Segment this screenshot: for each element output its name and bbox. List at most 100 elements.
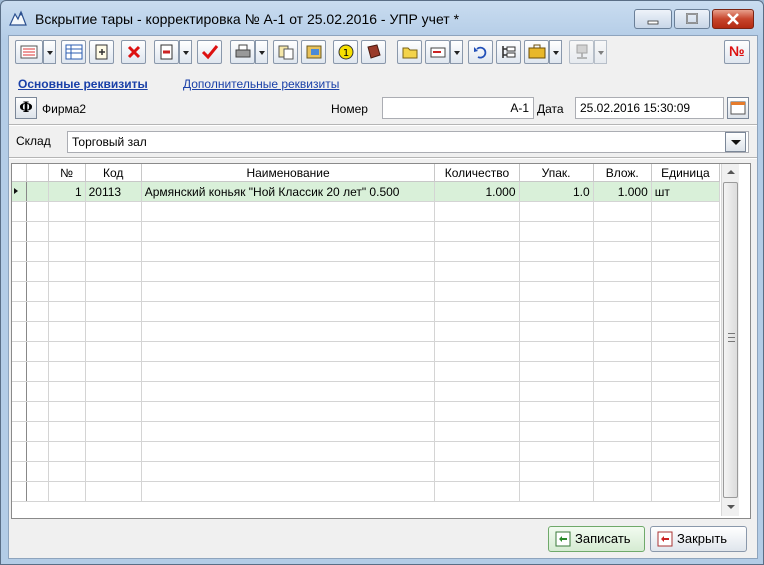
table-cell[interactable] <box>651 201 721 222</box>
row-indicator[interactable] <box>12 461 27 482</box>
table-cell[interactable] <box>48 441 86 462</box>
number-field[interactable]: А-1 <box>382 97 534 119</box>
table-cell[interactable] <box>519 241 594 262</box>
table-row[interactable] <box>12 321 721 342</box>
table-cell[interactable] <box>141 201 436 222</box>
copy-button[interactable] <box>89 40 114 64</box>
scroll-up-icon[interactable] <box>722 164 739 181</box>
close-button[interactable]: Закрыть <box>650 526 747 552</box>
table-cell[interactable] <box>434 241 520 262</box>
table-cell[interactable] <box>593 361 652 382</box>
column-header[interactable]: Наименование <box>141 164 436 182</box>
table-row[interactable] <box>12 301 721 322</box>
table-cell[interactable] <box>519 361 594 382</box>
table-cell[interactable] <box>141 341 436 362</box>
coin-button[interactable]: 1 <box>333 40 358 64</box>
table-cell[interactable]: 20113 <box>85 181 142 202</box>
table-cell[interactable] <box>434 261 520 282</box>
vertical-scrollbar[interactable] <box>721 164 739 516</box>
table-cell[interactable] <box>593 221 652 242</box>
table-cell[interactable] <box>651 341 721 362</box>
table-cell[interactable] <box>593 241 652 262</box>
table-cell[interactable] <box>651 381 721 402</box>
table-cell[interactable] <box>434 361 520 382</box>
list-button[interactable] <box>15 40 43 64</box>
table-cell[interactable] <box>85 401 142 422</box>
tab-main-details[interactable]: Основные реквизиты <box>18 77 148 91</box>
scroll-down-icon[interactable] <box>722 499 739 516</box>
table-cell[interactable]: Армянский коньяк "Ной Классик 20 лет" 0.… <box>141 181 436 202</box>
table-cell[interactable] <box>48 281 86 302</box>
table-row[interactable] <box>12 441 721 462</box>
table-cell[interactable] <box>85 221 142 242</box>
table-cell[interactable] <box>593 421 652 442</box>
table-cell[interactable] <box>434 281 520 302</box>
firm-select-button[interactable]: Ф <box>15 97 37 119</box>
table-cell[interactable] <box>48 321 86 342</box>
row-indicator[interactable] <box>12 401 27 422</box>
table-row[interactable] <box>12 201 721 222</box>
row-indicator[interactable] <box>12 281 27 302</box>
table-cell[interactable] <box>85 441 142 462</box>
table-row[interactable]: 1 20113 Армянский коньяк "Ной Классик 20 л… <box>12 181 721 202</box>
table-cell[interactable] <box>48 401 86 422</box>
table-cell[interactable] <box>141 481 436 502</box>
table-cell[interactable] <box>48 221 86 242</box>
table-cell[interactable] <box>48 201 86 222</box>
table-row[interactable] <box>12 421 721 442</box>
table-cell[interactable] <box>651 241 721 262</box>
table-cell[interactable] <box>141 441 436 462</box>
table-cell[interactable] <box>48 481 86 502</box>
table-cell[interactable] <box>434 221 520 242</box>
row-indicator[interactable] <box>12 341 27 362</box>
table-cell[interactable]: 1 <box>48 181 86 202</box>
number-button[interactable]: № <box>724 40 750 64</box>
book-button[interactable] <box>361 40 386 64</box>
table-cell[interactable] <box>434 421 520 442</box>
table-button[interactable] <box>61 40 86 64</box>
table-cell[interactable] <box>519 201 594 222</box>
table-cell[interactable] <box>141 221 436 242</box>
column-header[interactable]: Единица <box>651 164 721 182</box>
row-indicator[interactable] <box>12 181 27 202</box>
table-cell[interactable] <box>519 221 594 242</box>
table-cell[interactable] <box>141 421 436 442</box>
table-cell[interactable] <box>434 461 520 482</box>
table-cell[interactable] <box>519 481 594 502</box>
briefcase-button[interactable] <box>524 40 549 64</box>
table-cell[interactable] <box>85 481 142 502</box>
maximize-button[interactable] <box>674 9 710 29</box>
post-button[interactable] <box>197 40 222 64</box>
table-cell[interactable] <box>48 381 86 402</box>
row-indicator[interactable] <box>12 241 27 262</box>
table-row[interactable] <box>12 341 721 362</box>
table-cell[interactable] <box>434 481 520 502</box>
table-cell[interactable] <box>141 281 436 302</box>
table-cell[interactable] <box>519 421 594 442</box>
table-cell[interactable] <box>593 341 652 362</box>
table-cell[interactable] <box>593 441 652 462</box>
table-cell[interactable] <box>651 441 721 462</box>
chart-button[interactable] <box>301 40 326 64</box>
column-header[interactable]: № <box>48 164 86 182</box>
table-cell[interactable] <box>434 381 520 402</box>
table-cell[interactable] <box>519 341 594 362</box>
table-cell[interactable] <box>651 301 721 322</box>
table-cell[interactable]: 1.0 <box>519 181 594 202</box>
briefcase-dropdown[interactable] <box>549 40 562 64</box>
warehouse-select[interactable]: Торговый зал <box>67 131 749 153</box>
table-cell[interactable] <box>651 361 721 382</box>
row-indicator[interactable] <box>12 321 27 342</box>
table-cell[interactable] <box>85 381 142 402</box>
table-cell[interactable] <box>48 361 86 382</box>
table-cell[interactable] <box>434 401 520 422</box>
table-cell[interactable] <box>434 201 520 222</box>
date-field[interactable]: 25.02.2016 15:30:09 <box>575 97 724 119</box>
table-cell[interactable] <box>85 201 142 222</box>
table-cell[interactable] <box>141 241 436 262</box>
table-cell[interactable] <box>519 321 594 342</box>
row-indicator[interactable] <box>12 361 27 382</box>
table-cell[interactable] <box>593 401 652 422</box>
table-cell[interactable] <box>593 461 652 482</box>
table-cell[interactable] <box>651 461 721 482</box>
